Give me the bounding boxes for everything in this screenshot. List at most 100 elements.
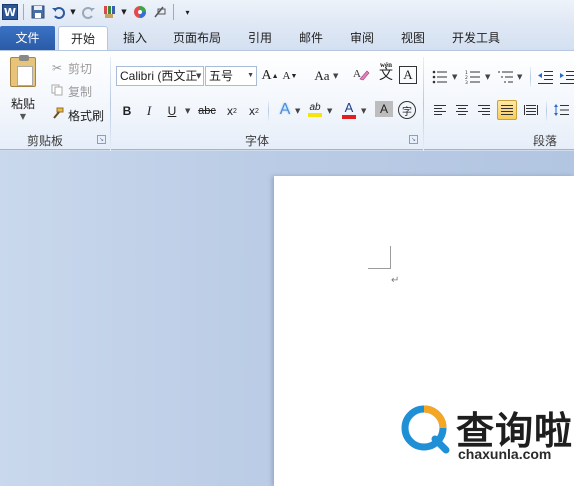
justify-icon xyxy=(501,105,513,115)
font-size-value: 五号 xyxy=(209,69,234,83)
qat-separator xyxy=(173,4,174,20)
font-size-dropdown-icon[interactable]: ▼ xyxy=(247,67,254,85)
underline-button[interactable]: U xyxy=(163,101,181,121)
clear-formatting-icon[interactable] xyxy=(151,4,168,21)
margin-corner-mark xyxy=(368,268,391,269)
cut-label: 剪切 xyxy=(68,61,93,76)
italic-button[interactable]: I xyxy=(140,101,158,121)
strikethrough-button[interactable]: abc xyxy=(198,101,216,121)
align-center-button[interactable] xyxy=(452,100,472,120)
tab-insert[interactable]: 插入 xyxy=(118,26,152,50)
font-launcher-icon[interactable]: ↘ xyxy=(409,135,418,144)
font-group-label: 字体 xyxy=(244,134,269,148)
clear-format-button[interactable]: A xyxy=(351,64,371,84)
shrink-font-button[interactable]: A ▼ xyxy=(281,66,299,86)
font-name-select[interactable]: Calibri (西文正 xyxy=(116,66,204,86)
multilevel-list-button[interactable] xyxy=(496,67,516,87)
underline-dropdown-icon[interactable]: ▼ xyxy=(185,107,190,115)
font-name-dropdown-icon[interactable]: ▼ xyxy=(196,72,201,80)
distributed-button[interactable] xyxy=(521,100,541,120)
svg-text:3: 3 xyxy=(465,80,468,84)
char-shading-button[interactable]: A xyxy=(375,101,393,117)
font-color-button[interactable]: A xyxy=(340,99,358,119)
tab-review[interactable]: 审阅 xyxy=(345,26,379,50)
bold-label: B xyxy=(122,104,132,118)
redo-icon[interactable] xyxy=(80,4,97,21)
qat-dropdown-icon[interactable]: ▼ xyxy=(120,4,128,21)
change-case-button[interactable]: Aa xyxy=(313,66,331,86)
highlight-label: ab xyxy=(309,101,321,113)
text-effects-dropdown-icon[interactable]: ▼ xyxy=(295,107,300,115)
numbering-button[interactable]: 123 xyxy=(463,67,483,87)
text-effects-label: A xyxy=(279,101,291,118)
format-painter-button[interactable]: 格式刷 xyxy=(50,106,104,124)
shrink-arrow-icon: ▼ xyxy=(290,72,298,80)
font-name-value: Calibri (西文正 xyxy=(120,69,198,83)
copy-icon xyxy=(50,84,64,99)
increase-indent-button[interactable] xyxy=(558,67,574,87)
line-spacing-icon xyxy=(554,104,569,116)
bullets-button[interactable] xyxy=(430,67,450,87)
grow-arrow-icon: ▲ xyxy=(271,72,279,80)
cut-button[interactable]: ✂ 剪切 xyxy=(50,59,92,77)
tab-mailings[interactable]: 邮件 xyxy=(294,26,328,50)
enclose-char-button[interactable]: 字 xyxy=(398,101,416,119)
numbering-dropdown-icon[interactable]: ▼ xyxy=(485,73,490,81)
grow-font-button[interactable]: A ▲ xyxy=(261,66,279,86)
font-color-dropdown-icon[interactable]: ▼ xyxy=(361,107,366,115)
line-spacing-button[interactable] xyxy=(552,100,572,120)
highlight-color-bar xyxy=(308,112,322,117)
paragraph-row-separator xyxy=(530,67,531,87)
font-size-select[interactable]: 五号 ▼ xyxy=(205,66,257,86)
highlight-button[interactable]: ab xyxy=(306,99,324,119)
text-effects-button[interactable]: A xyxy=(276,100,294,120)
tab-developer[interactable]: 开发工具 xyxy=(446,26,506,50)
align-left-button[interactable] xyxy=(430,100,450,120)
char-border-button[interactable]: A xyxy=(399,66,417,84)
bullets-dropdown-icon[interactable]: ▼ xyxy=(452,73,457,81)
font-color-label: A xyxy=(344,99,354,115)
copy-label: 复制 xyxy=(68,84,93,99)
distributed-icon xyxy=(524,105,538,115)
margin-corner-mark xyxy=(390,246,391,268)
undo-dropdown-icon[interactable]: ▼ xyxy=(69,4,77,21)
clipboard-group-label: 剪贴板 xyxy=(26,134,63,148)
svg-text:A: A xyxy=(353,68,361,80)
tab-view[interactable]: 视图 xyxy=(396,26,430,50)
bold-button[interactable]: B xyxy=(118,101,136,121)
tab-file[interactable]: 文件 xyxy=(0,26,55,50)
highlight-dropdown-icon[interactable]: ▼ xyxy=(327,107,332,115)
numbering-icon: 123 xyxy=(465,70,480,84)
char-shading-label: A xyxy=(379,102,388,116)
subscript-button[interactable]: x2 xyxy=(223,101,241,121)
paste-label: 粘贴 xyxy=(10,97,35,111)
save-icon[interactable] xyxy=(29,4,46,21)
quick-access-toolbar: W ▼ ▼ ▾ xyxy=(0,0,574,24)
justify-button[interactable] xyxy=(497,100,517,120)
tab-home[interactable]: 开始 xyxy=(58,26,108,51)
paste-dropdown-icon[interactable]: ▼ xyxy=(6,112,40,121)
decrease-indent-button[interactable] xyxy=(536,67,556,87)
align-right-button[interactable] xyxy=(474,100,494,120)
align-left-icon xyxy=(434,105,446,115)
phonetic-guide-button[interactable]: wén 文 xyxy=(375,61,397,82)
change-case-dropdown-icon[interactable]: ▼ xyxy=(333,72,338,80)
group-separator xyxy=(423,57,424,151)
multilevel-dropdown-icon[interactable]: ▼ xyxy=(517,73,522,81)
format-painter-label: 格式刷 xyxy=(68,108,105,123)
color-picker-icon[interactable] xyxy=(131,4,148,21)
tab-page-layout[interactable]: 页面布局 xyxy=(168,26,226,50)
undo-icon[interactable] xyxy=(49,4,66,21)
tab-references[interactable]: 引用 xyxy=(243,26,277,50)
clipboard-launcher-icon[interactable]: ↘ xyxy=(97,135,106,144)
watermark-url: chaxunla.com xyxy=(458,446,552,462)
brush-icon xyxy=(50,107,64,123)
paste-icon xyxy=(10,55,36,87)
format-painter-qat-icon[interactable] xyxy=(100,4,117,21)
word-app-icon[interactable]: W xyxy=(2,4,18,20)
paste-button[interactable]: 粘贴 ▼ xyxy=(6,55,40,121)
paragraph-group-label: 段落 xyxy=(532,134,557,148)
copy-button[interactable]: 复制 xyxy=(50,82,92,100)
customize-qat-icon[interactable]: ▾ xyxy=(179,4,196,21)
superscript-button[interactable]: x2 xyxy=(245,101,263,121)
